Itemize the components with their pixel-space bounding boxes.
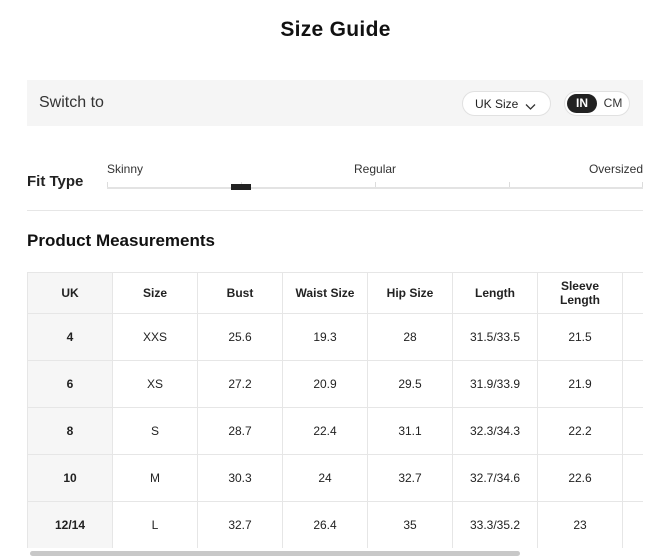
table-cell: 26.4: [282, 501, 368, 548]
fit-tick: [107, 182, 108, 187]
table-cell: 24: [282, 454, 368, 502]
table-cell: 32.3/34.3: [452, 407, 538, 455]
table-cell: 35: [367, 501, 453, 548]
switch-label: Switch to: [39, 94, 104, 111]
section-title: Product Measurements: [27, 231, 215, 250]
unit-toggle: IN CM: [564, 91, 630, 116]
table-cell: 22.2: [537, 407, 623, 455]
divider: [27, 210, 643, 211]
table-cell: 10: [27, 454, 113, 502]
measurements-table: UK Size Bust Waist Size Hip Size Length …: [27, 272, 643, 548]
size-system-select[interactable]: UK Size: [462, 91, 551, 116]
chevron-down-icon: [525, 100, 536, 110]
fit-marker: [231, 184, 251, 190]
table-cell: 28: [367, 313, 453, 361]
table-cell: [622, 501, 643, 548]
table-cell: 25.6: [197, 313, 283, 361]
switch-bar: Switch to UK Size IN CM: [27, 80, 643, 126]
table-cell: L: [112, 501, 198, 548]
table-row: 8 S 28.7 22.4 31.1 32.3/34.3 22.2: [27, 407, 643, 455]
column-header: Hip Size: [367, 272, 453, 314]
table-row: 10 M 30.3 24 32.7 32.7/34.6 22.6: [27, 454, 643, 502]
table-cell: 12/14: [27, 501, 113, 548]
table-cell: 23: [537, 501, 623, 548]
table-cell: 27.2: [197, 360, 283, 408]
table-cell: 28.7: [197, 407, 283, 455]
table-cell: 6: [27, 360, 113, 408]
fit-scale-skinny: Skinny: [107, 162, 144, 176]
table-cell: 20.9: [282, 360, 368, 408]
column-header: Bust: [197, 272, 283, 314]
table-row: 12/14 L 32.7 26.4 35 33.3/35.2 23: [27, 501, 643, 548]
fit-type-scale: Skinny Regular Oversized: [107, 160, 643, 190]
table-cell: XXS: [112, 313, 198, 361]
fit-tick: [642, 182, 643, 187]
table-cell: 31.9/33.9: [452, 360, 538, 408]
fit-tick: [375, 182, 376, 187]
table-cell: 33.3/35.2: [452, 501, 538, 548]
table-cell: 21.5: [537, 313, 623, 361]
table-cell: 31.5/33.5: [452, 313, 538, 361]
column-header: UK: [27, 272, 113, 314]
table-row: 6 XS 27.2 20.9 29.5 31.9/33.9 21.9: [27, 360, 643, 408]
fit-track: [107, 187, 643, 189]
table-header-row: UK Size Bust Waist Size Hip Size Length …: [27, 272, 643, 314]
table-cell: 32.7/34.6: [452, 454, 538, 502]
table-cell: 21.9: [537, 360, 623, 408]
horizontal-scrollbar[interactable]: [30, 551, 520, 556]
measurements-table-container[interactable]: UK Size Bust Waist Size Hip Size Length …: [27, 272, 643, 548]
fit-tick: [509, 182, 510, 187]
column-header: Size: [112, 272, 198, 314]
column-header: Length: [452, 272, 538, 314]
table-cell: 31.1: [367, 407, 453, 455]
table-row: 4 XXS 25.6 19.3 28 31.5/33.5 21.5: [27, 313, 643, 361]
table-cell: [622, 407, 643, 455]
table-cell: 29.5: [367, 360, 453, 408]
size-system-value: UK Size: [475, 96, 519, 111]
table-cell: [622, 454, 643, 502]
table-cell: [622, 360, 643, 408]
fit-type-label: Fit Type: [27, 173, 84, 190]
unit-in-option[interactable]: IN: [567, 94, 597, 113]
column-header: Sleeve Length: [537, 272, 623, 314]
table-cell: 8: [27, 407, 113, 455]
fit-scale-oversized: Oversized: [588, 162, 643, 176]
table-cell: 22.6: [537, 454, 623, 502]
table-cell: 32.7: [197, 501, 283, 548]
table-cell: 30.3: [197, 454, 283, 502]
table-cell: [622, 313, 643, 361]
table-cell: S: [112, 407, 198, 455]
unit-cm-option[interactable]: CM: [599, 94, 627, 113]
fit-scale-regular: Regular: [354, 162, 397, 176]
column-header: [622, 272, 643, 314]
page-title: Size Guide: [280, 18, 391, 41]
table-cell: 19.3: [282, 313, 368, 361]
table-cell: 32.7: [367, 454, 453, 502]
table-cell: 22.4: [282, 407, 368, 455]
table-cell: XS: [112, 360, 198, 408]
table-cell: M: [112, 454, 198, 502]
table-cell: 4: [27, 313, 113, 361]
column-header: Waist Size: [282, 272, 368, 314]
